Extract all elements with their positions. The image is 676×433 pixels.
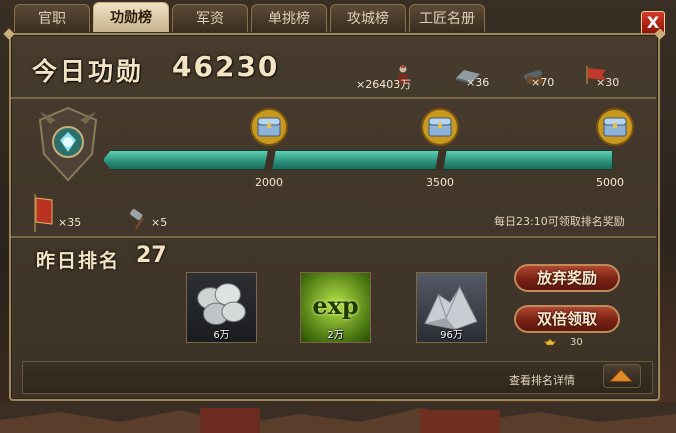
exp-label: exp [312, 291, 359, 320]
milestone-label: 3500 [426, 176, 454, 189]
expand-up-button[interactable] [603, 364, 641, 388]
tab-merit-ranking[interactable]: 功勋榜 [93, 2, 169, 32]
section-divider [11, 97, 656, 99]
yesterday-rank-label: 昨日排名 [36, 250, 121, 272]
merit-progress-bar [103, 150, 613, 170]
milestone-label: 2000 [255, 176, 283, 189]
resource-siege-carts-count: ×36 [466, 76, 490, 89]
double-claim-button[interactable]: 双倍领取 [514, 305, 620, 333]
tab-duel-ranking[interactable]: 单挑榜 [251, 4, 327, 32]
abandon-reward-button[interactable]: 放弃奖励 [514, 264, 620, 292]
resource-soldiers-count: ×26403万 [356, 78, 412, 91]
tab-military-supplies[interactable]: 军资 [172, 4, 248, 32]
resource-war-flags-count: ×30 [596, 76, 620, 89]
hammer-count: ×5 [151, 216, 168, 229]
gold-ingot-icon [543, 338, 557, 346]
hammer-icon [130, 209, 145, 230]
reward-ore-qty: 96万 [440, 330, 463, 341]
chevron-up-icon [609, 368, 634, 382]
reward-exp-qty: 2万 [327, 330, 344, 341]
tab-bar: 官职 功勋榜 军资 单挑榜 攻城榜 工匠名册 [14, 2, 485, 34]
milestone-label: 5000 [596, 176, 624, 189]
section-divider [11, 236, 656, 238]
reward-ore[interactable]: 96万 [416, 272, 487, 343]
today-merit-label: 今日功勋 [32, 57, 145, 86]
tab-craftsman-roster[interactable]: 工匠名册 [409, 4, 485, 32]
exp-icon: exp [301, 291, 370, 320]
banner-count: ×35 [58, 216, 82, 229]
treasure-chest-icon[interactable] [420, 108, 460, 146]
yesterday-rank-value: 27 [136, 243, 167, 268]
treasure-chest-icon[interactable] [249, 108, 289, 146]
reward-silver-qty: 6万 [213, 330, 230, 341]
today-merit-value: 46230 [172, 50, 280, 83]
reward-exp[interactable]: exp 2万 [300, 272, 371, 343]
tab-official-rank[interactable]: 官职 [14, 4, 90, 32]
gold-cost: 30 [570, 337, 583, 348]
treasure-chest-icon[interactable] [595, 108, 635, 146]
background-city-scene [0, 402, 676, 433]
banner-icon [34, 194, 53, 232]
rank-emblem-icon [38, 106, 98, 182]
reward-silver[interactable]: 6万 [186, 272, 257, 343]
view-ranking-details-link[interactable]: 查看排名详情 [509, 372, 575, 388]
tab-siege-ranking[interactable]: 攻城榜 [330, 4, 406, 32]
resource-cannons-count: ×70 [531, 76, 555, 89]
daily-reward-hint: 每日23:10可领取排名奖励 [494, 215, 625, 228]
